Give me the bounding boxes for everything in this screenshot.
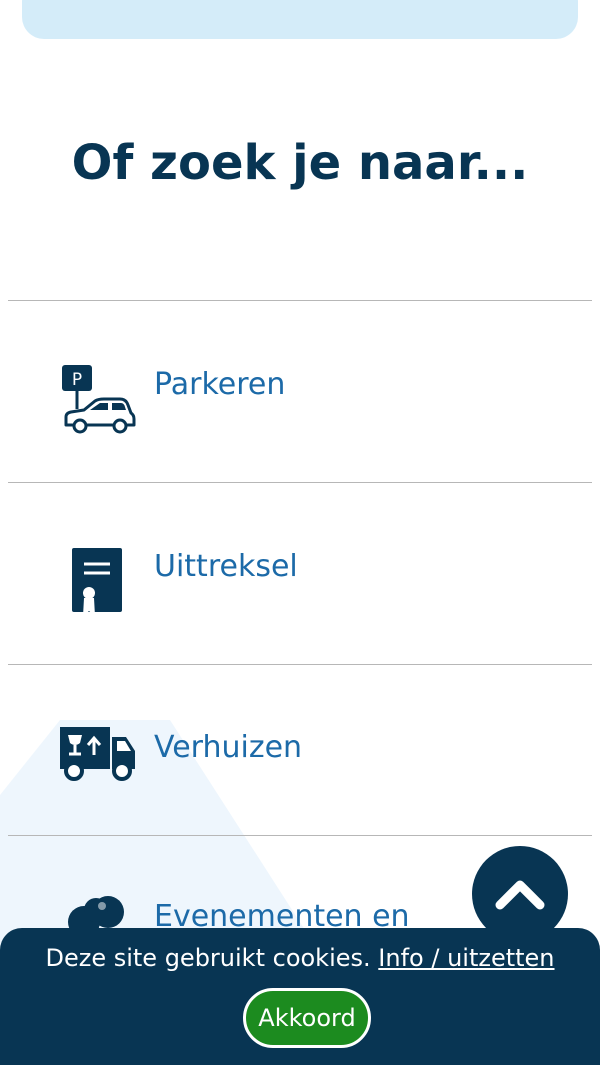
accept-cookies-button[interactable]: Akkoord xyxy=(243,988,371,1048)
svg-text:P: P xyxy=(72,370,82,390)
link-label-verhuizen[interactable]: Verhuizen xyxy=(154,730,302,766)
chevron-up-icon xyxy=(495,880,545,910)
link-item-parkeren[interactable]: P Parkeren xyxy=(8,300,592,482)
cookie-info-link[interactable]: Info / uitzetten xyxy=(378,944,554,972)
cookie-banner: Deze site gebruikt cookies. Info / uitze… xyxy=(0,928,600,1065)
page-title: Of zoek je naar... xyxy=(71,135,529,191)
link-label-parkeren[interactable]: Parkeren xyxy=(154,367,285,403)
cookie-text: Deze site gebruikt cookies. xyxy=(45,944,371,972)
moving-truck-icon xyxy=(60,727,135,781)
parking-car-icon: P xyxy=(62,365,136,434)
link-item-verhuizen[interactable]: Verhuizen xyxy=(8,664,592,835)
certificate-icon xyxy=(72,548,122,616)
cookie-message: Deze site gebruikt cookies. Info / uitze… xyxy=(0,942,600,974)
search-box[interactable] xyxy=(22,0,578,39)
link-item-uittreksel[interactable]: Uittreksel xyxy=(8,482,592,664)
link-label-uittreksel[interactable]: Uittreksel xyxy=(154,549,298,585)
